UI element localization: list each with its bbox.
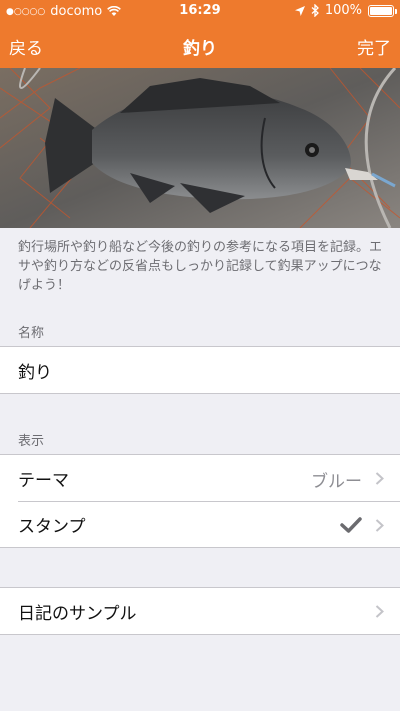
- chevron-right-icon: [375, 472, 384, 485]
- status-bar: ●○○○○ docomo 16:29 100%: [0, 0, 400, 22]
- chevron-right-icon: [375, 519, 384, 532]
- theme-label: テーマ: [18, 470, 69, 491]
- sample-group: 日記のサンプル: [0, 587, 400, 635]
- theme-row[interactable]: テーマ ブルー: [0, 455, 400, 501]
- done-button[interactable]: 完了: [357, 34, 391, 59]
- sample-row[interactable]: 日記のサンプル: [0, 588, 400, 634]
- battery-icon: [368, 4, 397, 17]
- bluetooth-icon: [311, 4, 319, 17]
- theme-value: ブルー: [311, 472, 362, 492]
- chevron-right-icon: [375, 605, 384, 618]
- stamp-row[interactable]: スタンプ: [18, 501, 400, 547]
- description-text: 釣行場所や釣り船など今後の釣りの参考になる項目を記録。エサや釣り方などの反省点も…: [18, 240, 383, 293]
- page-title: 釣り: [183, 39, 217, 59]
- navigation-bar: 戻る 釣り 完了: [0, 22, 400, 68]
- name-group: 釣り: [0, 346, 400, 394]
- display-group: テーマ ブルー スタンプ: [0, 454, 400, 548]
- name-value: 釣り: [18, 362, 52, 383]
- location-arrow-icon: [294, 5, 305, 16]
- status-right-group: 100%: [294, 3, 397, 18]
- checkmark-icon: [340, 517, 362, 533]
- fish-photo: [0, 68, 400, 228]
- sample-label: 日記のサンプル: [18, 603, 137, 624]
- name-section-header: 名称: [18, 326, 45, 341]
- name-field[interactable]: 釣り: [0, 347, 400, 393]
- battery-percent: 100%: [324, 3, 362, 18]
- display-section-header: 表示: [18, 434, 45, 449]
- stamp-label: スタンプ: [18, 517, 86, 537]
